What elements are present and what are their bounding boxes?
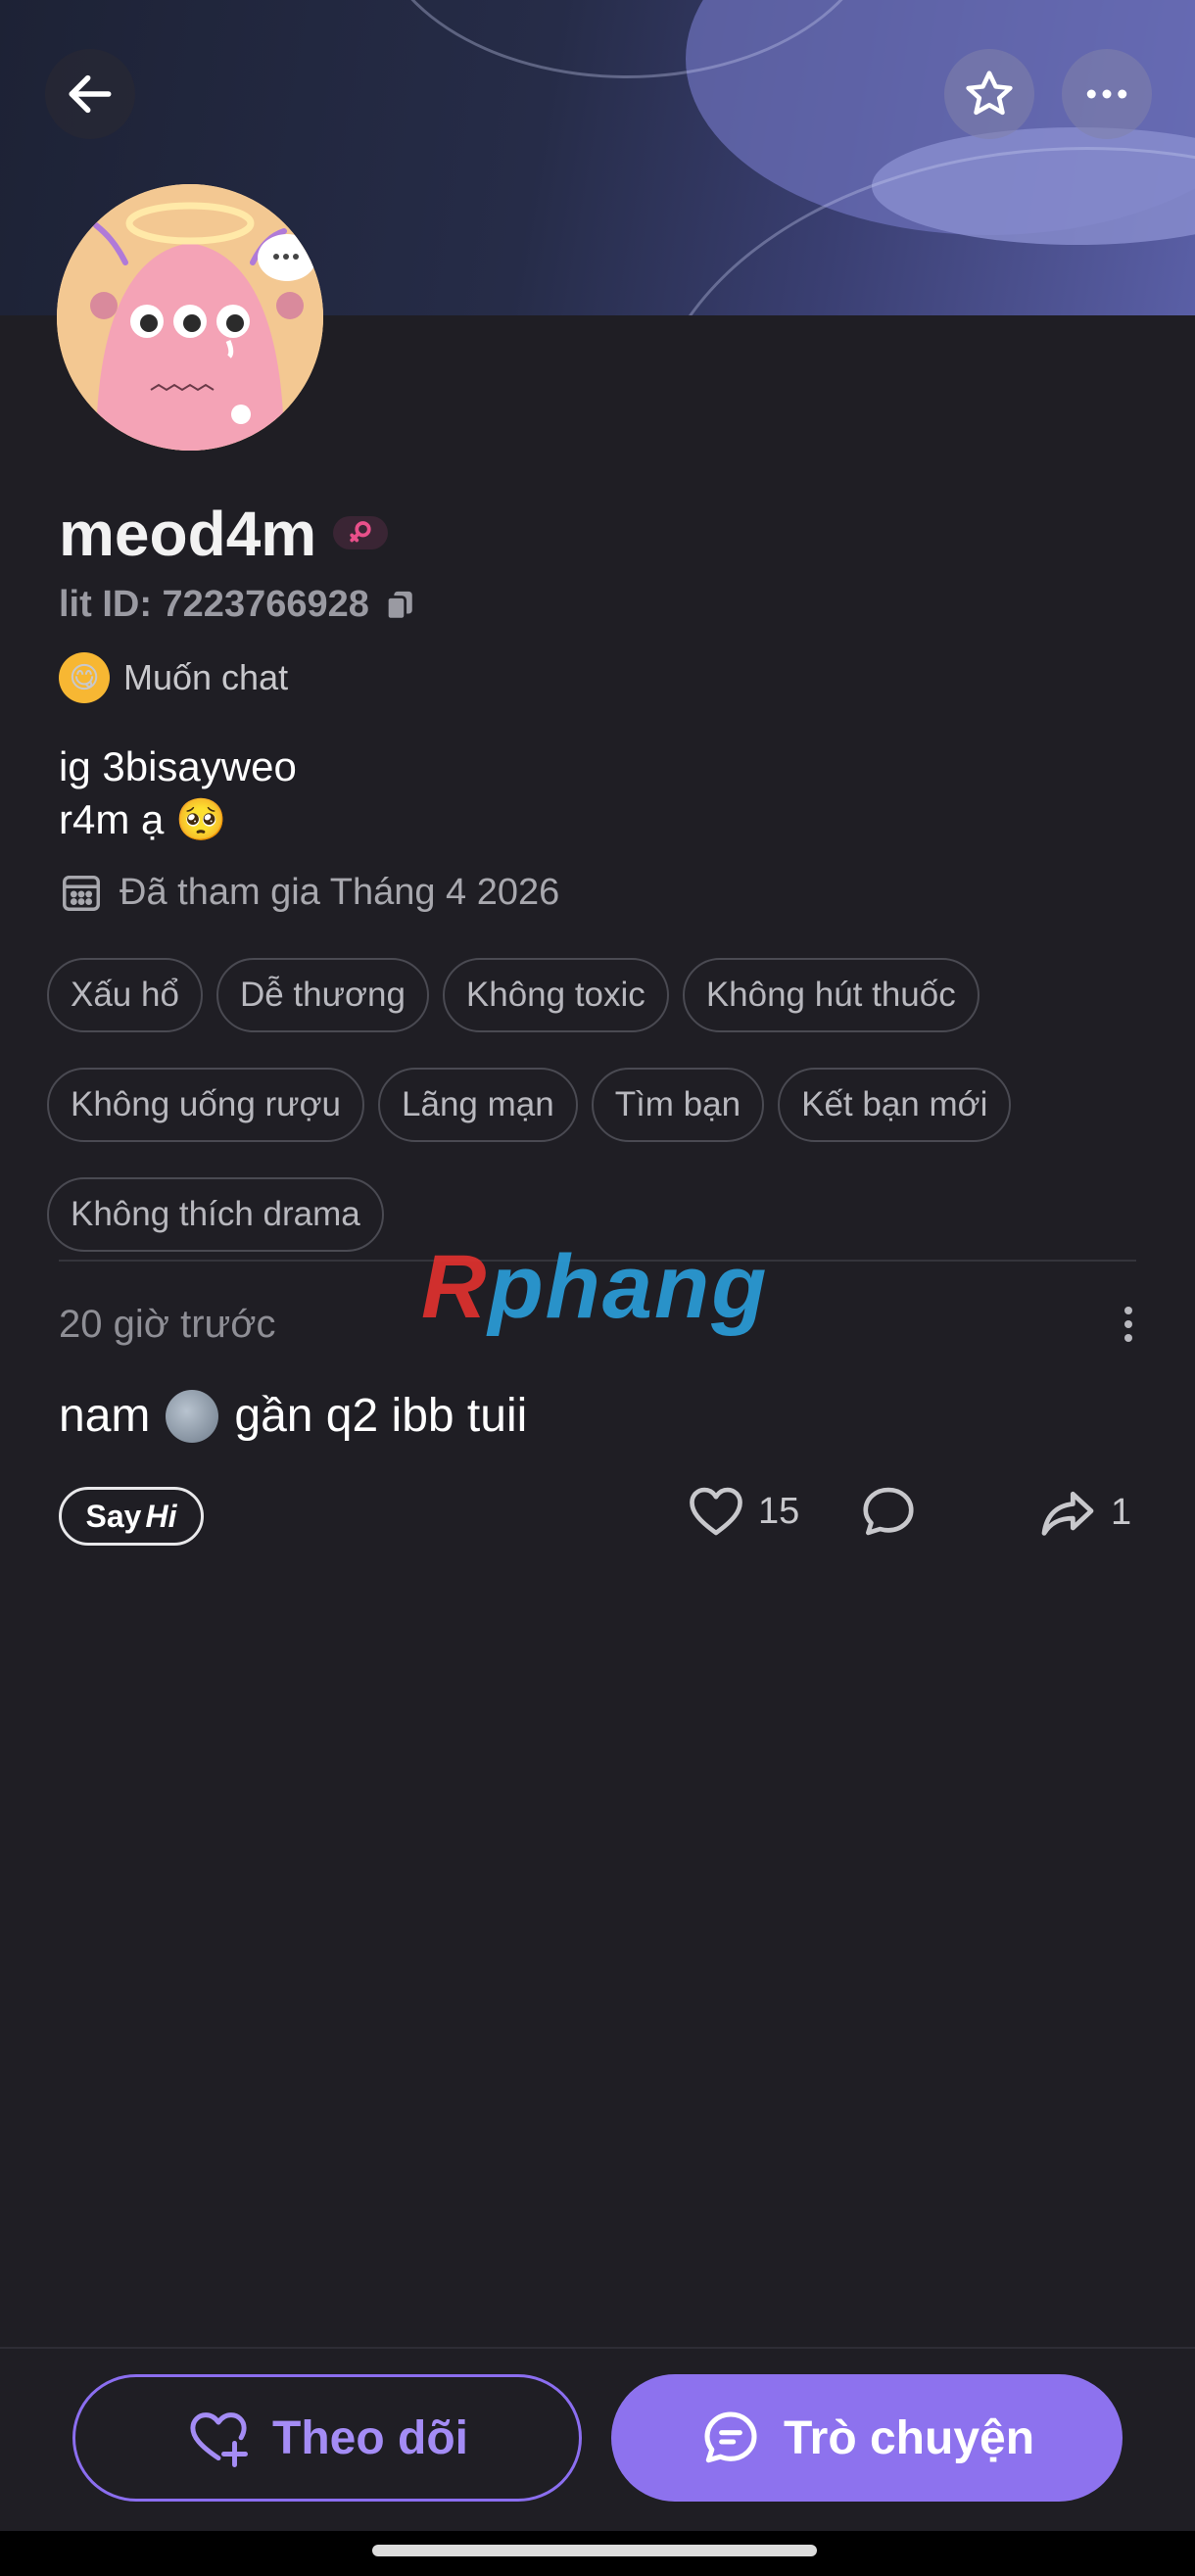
comment-icon <box>863 1487 914 1536</box>
more-button[interactable] <box>1062 49 1152 139</box>
follow-label: Theo dõi <box>272 2411 468 2464</box>
like-button[interactable]: 15 <box>686 1481 799 1542</box>
follow-button[interactable]: Theo dõi <box>72 2374 582 2502</box>
tag[interactable]: Kết bạn mới <box>778 1068 1012 1142</box>
chat-status: 😋 Muốn chat <box>59 652 288 703</box>
star-icon <box>966 71 1013 116</box>
like-count: 15 <box>758 1490 800 1532</box>
heart-icon <box>690 1487 742 1536</box>
more-horizontal-icon <box>1086 89 1127 99</box>
lit-id[interactable]: lit ID: 7223766928 <box>59 584 416 626</box>
arrow-left-icon <box>69 74 112 114</box>
bio-emoji: 🥺 <box>175 796 227 842</box>
tag[interactable]: Không hút thuốc <box>682 958 980 1032</box>
heart-plus-icon <box>190 2412 248 2467</box>
tag[interactable]: Không toxic <box>442 958 669 1032</box>
home-indicator[interactable] <box>372 2545 817 2556</box>
more-vertical-icon[interactable] <box>1117 1303 1140 1346</box>
post-text-end: gần q2 ibb tuii <box>234 1390 528 1442</box>
status-emoji: 😋 <box>59 652 110 703</box>
username: meod4m <box>59 499 317 569</box>
avatar-illustration <box>57 184 323 451</box>
bio-line: ig 3bisayweo <box>59 743 297 789</box>
favorite-button[interactable] <box>944 49 1034 139</box>
chat-button[interactable]: Trò chuyện <box>611 2374 1123 2502</box>
status-text: Muốn chat <box>123 657 289 697</box>
lit-id-text: lit ID: 7223766928 <box>59 584 369 625</box>
bio-line: r4m ạ 🥺 <box>59 793 297 846</box>
joined-date: Đã tham gia Tháng 4 2026 <box>59 870 559 915</box>
copy-icon[interactable] <box>383 589 416 622</box>
female-icon <box>333 516 388 549</box>
share-count: 1 <box>1111 1491 1132 1533</box>
tag[interactable]: Xấu hổ <box>47 958 203 1032</box>
bio-line-text: r4m ạ <box>59 796 165 842</box>
post-text-start: nam <box>59 1390 151 1442</box>
back-button[interactable] <box>45 49 135 139</box>
watermark: Rphang <box>421 1236 768 1339</box>
comment-button[interactable] <box>858 1481 919 1542</box>
tag[interactable]: Không thích drama <box>47 1177 384 1252</box>
avatar[interactable] <box>57 184 323 451</box>
tag[interactable]: Không uống rượu <box>47 1068 365 1142</box>
share-button[interactable]: 1 <box>1036 1481 1131 1544</box>
share-icon <box>1041 1491 1094 1536</box>
say-hi-say: Say <box>85 1498 142 1534</box>
moon-face-emoji <box>166 1389 219 1443</box>
bio: ig 3bisayweo r4m ạ 🥺 <box>59 740 297 846</box>
post-time: 20 giờ trước <box>59 1303 276 1346</box>
joined-text: Đã tham gia Tháng 4 2026 <box>120 871 560 913</box>
tag[interactable]: Dễ thương <box>215 958 429 1032</box>
tag[interactable]: Tìm bạn <box>591 1068 765 1142</box>
say-hi-button[interactable]: Say Hi <box>59 1487 204 1546</box>
calendar-icon <box>63 875 100 911</box>
watermark-first: R <box>421 1237 489 1337</box>
tag[interactable]: Lãng mạn <box>378 1068 578 1142</box>
watermark-rest: phang <box>488 1237 769 1337</box>
chat-label: Trò chuyện <box>783 2411 1035 2464</box>
chat-bubble-icon <box>704 2411 757 2463</box>
say-hi-hi: Hi <box>145 1498 177 1534</box>
post-text: nam gần q2 ibb tuii <box>59 1389 527 1443</box>
